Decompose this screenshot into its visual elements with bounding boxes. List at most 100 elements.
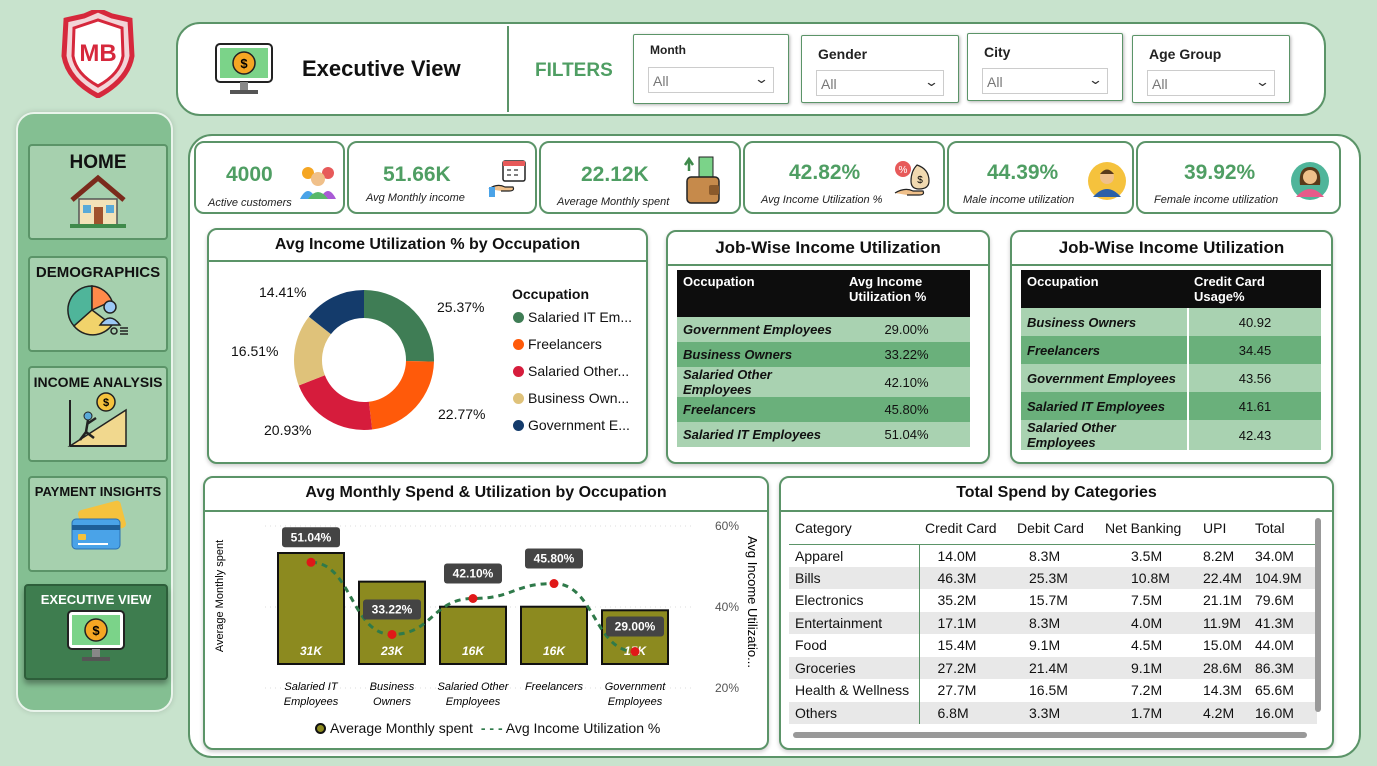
cell-value: 46.3M <box>919 566 1011 589</box>
table-row[interactable]: Salaried Other Employees 42.10% <box>677 367 970 397</box>
table-header[interactable]: Credit Card <box>919 512 1011 545</box>
cell-value: 42.43 <box>1188 420 1321 450</box>
cell-value: 42.10% <box>843 367 970 397</box>
line-point[interactable] <box>468 593 478 603</box>
house-icon <box>70 174 126 228</box>
spend-table: Category Credit Card Debit Card Net Banking… <box>789 512 1317 724</box>
legend-swatch <box>513 339 524 350</box>
donut-legend-title: Occupation <box>512 286 590 302</box>
horizontal-scrollbar[interactable] <box>793 732 1307 738</box>
line-data-label: 29.00% <box>615 620 656 634</box>
donut-slice[interactable] <box>364 290 434 362</box>
nav-income-analysis[interactable]: INCOME ANALYSIS $ <box>28 366 168 462</box>
legend-label: Government E... <box>528 417 630 433</box>
filter-month: Month All ⌄ <box>633 34 789 104</box>
kpi-label: Female income utilization <box>1154 194 1279 206</box>
legend-swatch <box>315 723 326 734</box>
x-tick-label: Business <box>370 681 415 693</box>
filter-gender-select[interactable]: All ⌄ <box>816 70 944 96</box>
table-row[interactable]: Food 15.4M 9.1M 4.5M 15.0M 44.0M <box>789 634 1317 657</box>
donut-legend-item[interactable]: Business Own... <box>513 390 629 406</box>
kpi-avg-income-utilization: 42.82% Avg Income Utilization % % $ <box>743 141 945 214</box>
nav-payment-insights-label: PAYMENT INSIGHTS <box>34 484 162 499</box>
bar-data-label: 31K <box>300 644 323 658</box>
table-row[interactable]: Health & Wellness 27.7M 16.5M 7.2M 14.3M 65.6… <box>789 679 1317 702</box>
combo-legend: Average Monthly spent - - - Avg Income U… <box>315 720 660 736</box>
cell-value: 40.92 <box>1188 308 1321 336</box>
line-point[interactable] <box>387 629 397 639</box>
donut-legend-item[interactable]: Government E... <box>513 417 630 433</box>
kpi-label: Avg Income Utilization % <box>761 194 883 206</box>
chevron-down-icon: ⌄ <box>753 71 770 86</box>
kpi-value: 22.12K <box>581 163 649 186</box>
table-row[interactable]: Salaried IT Employees 41.61 <box>1021 392 1321 420</box>
job-credit-card-usage-card: Job-Wise Income Utilization Occupation Cr… <box>1010 230 1333 464</box>
vertical-scrollbar[interactable] <box>1315 518 1321 712</box>
spend-table-title: Total Spend by Categories <box>956 484 1157 501</box>
table-row[interactable]: Bills 46.3M 25.3M 10.8M 22.4M 104.9M <box>789 566 1317 589</box>
table-header[interactable]: Occupation <box>677 270 843 317</box>
table-header[interactable]: Avg Income Utilization % <box>843 270 970 317</box>
line-point[interactable] <box>306 557 316 567</box>
cell-value: 44.0M <box>1255 637 1294 654</box>
table-row[interactable]: Government Employees 43.56 <box>1021 364 1321 392</box>
y2-tick-label: 60% <box>715 519 739 533</box>
sidebar: HOME DEMOGRAPHICS INCOME ANALYSIS $ PAYM… <box>16 112 173 712</box>
x-tick-label: Owners <box>373 696 411 708</box>
cell-occupation: Salaried Other Employees <box>1021 420 1189 450</box>
filter-age-group-label: Age Group <box>1149 46 1222 62</box>
table-row[interactable]: Salaried Other Employees 42.43 <box>1021 420 1321 450</box>
job-utilization-card: Job-Wise Income Utilization Occupation Av… <box>666 230 990 464</box>
kpi-value: 51.66K <box>383 163 451 186</box>
table-row[interactable]: Business Owners 40.92 <box>1021 308 1321 336</box>
table-header[interactable]: Debit Card <box>1011 512 1099 545</box>
x-tick-label: Employees <box>284 696 339 708</box>
people-icon <box>300 167 336 199</box>
donut-legend-item[interactable]: Freelancers <box>513 336 602 352</box>
legend-swatch <box>513 393 524 404</box>
table-row[interactable]: Entertainment 17.1M 8.3M 4.0M 11.9M 41.3M <box>789 611 1317 634</box>
filter-age-group-select[interactable]: All ⌄ <box>1147 70 1275 96</box>
table-header[interactable]: Total <box>1249 512 1317 545</box>
nav-executive-view[interactable]: EXECUTIVE VIEW $ <box>24 584 168 680</box>
line-point[interactable] <box>630 647 640 657</box>
table-row[interactable]: Business Owners 33.22% <box>677 342 970 367</box>
table-row[interactable]: Electronics 35.2M 15.7M 7.5M 21.1M 79.6M <box>789 589 1317 612</box>
table-header[interactable]: UPI <box>1197 512 1249 545</box>
spend-table-viewport[interactable]: Category Credit Card Debit Card Net Banking… <box>789 512 1317 732</box>
table-row[interactable]: Salaried IT Employees 51.04% <box>677 422 970 447</box>
male-avatar-icon <box>1088 162 1126 200</box>
table-row[interactable]: Groceries 27.2M 21.4M 9.1M 28.6M 86.3M <box>789 656 1317 679</box>
table-row[interactable]: Freelancers 45.80% <box>677 397 970 422</box>
table-header[interactable]: Occupation <box>1021 270 1188 308</box>
table-row[interactable]: Government Employees 29.00% <box>677 317 970 342</box>
donut-label: 22.77% <box>438 406 486 422</box>
nav-home[interactable]: HOME <box>28 144 168 240</box>
donut-legend-item[interactable]: Salaried Other... <box>513 363 629 379</box>
filter-city: City All ⌄ <box>967 33 1123 101</box>
filter-month-select[interactable]: All ⌄ <box>648 67 774 93</box>
donut-legend-item[interactable]: Salaried IT Em... <box>513 309 632 325</box>
y2-tick-label: 40% <box>715 600 739 614</box>
line-point[interactable] <box>549 579 559 589</box>
filter-gender-value: All <box>821 76 837 92</box>
table-header[interactable]: Category <box>789 512 919 545</box>
table-header[interactable]: Net Banking <box>1099 512 1197 545</box>
kpi-male-income-utilization: 44.39% Male income utilization <box>947 141 1134 214</box>
filter-city-select[interactable]: All ⌄ <box>982 68 1108 94</box>
table-row[interactable]: Others 6.8M 3.3M 1.7M 4.2M 16.0M <box>789 701 1317 724</box>
cell-value: 4.0M <box>1099 611 1197 634</box>
filter-age-group: Age Group All ⌄ <box>1132 35 1290 103</box>
cell-value: 16.0M <box>1249 701 1317 724</box>
donut-slice[interactable] <box>368 360 434 430</box>
table-row[interactable]: Freelancers 34.45 <box>1021 336 1321 364</box>
cell-value: 86.3M <box>1249 656 1317 679</box>
cell-category: Bills <box>789 566 920 589</box>
table-row[interactable]: Apparel 14.0M 8.3M 3.5M 8.2M 34.0M <box>789 544 1317 567</box>
x-tick-label: Government <box>605 681 666 693</box>
nav-demographics[interactable]: DEMOGRAPHICS <box>28 256 168 352</box>
nav-payment-insights[interactable]: PAYMENT INSIGHTS <box>28 476 168 572</box>
combo-chart: Average Monthly spent Avg Income Utiliza… <box>214 519 760 708</box>
table-header[interactable]: Credit Card Usage% <box>1188 270 1321 308</box>
cell-value: 51.04% <box>843 422 970 447</box>
